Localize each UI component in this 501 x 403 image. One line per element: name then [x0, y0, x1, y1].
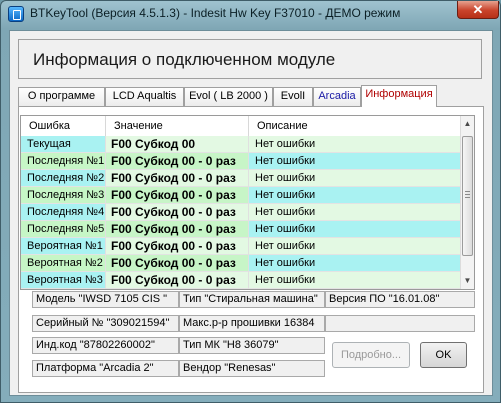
platform-field: Платформа "Arcadia 2": [32, 360, 179, 377]
grip-line: [465, 194, 470, 195]
cell-error: Вероятная №1: [21, 238, 106, 255]
cell-error: Последняя №4: [21, 204, 106, 221]
table-row[interactable]: Последняя №1 F00 Субкод 00 - 0 раз Нет о…: [21, 153, 461, 170]
details-button[interactable]: Подробно...: [332, 342, 410, 368]
cell-description: Нет ошибки: [249, 136, 461, 153]
error-grid[interactable]: Ошибка Значение Описание Текущая F00 Суб…: [20, 115, 475, 290]
serial-field: Серийный № "309021594": [32, 315, 179, 332]
table-row[interactable]: Вероятная №1 F00 Субкод 00 - 0 раз Нет о…: [21, 238, 461, 255]
type-field: Тип "Стиральная машина": [179, 291, 325, 308]
client-area: Информация о подключенном модуле О прогр…: [9, 30, 493, 396]
cell-description: Нет ошибки: [249, 255, 461, 272]
app-window: BTKeyTool (Версия 4.5.1.3) - Indesit Hw …: [0, 0, 501, 403]
table-row[interactable]: Последняя №3 F00 Субкод 00 - 0 раз Нет о…: [21, 187, 461, 204]
cell-description: Нет ошибки: [249, 272, 461, 289]
tab-evoli[interactable]: EvolI: [273, 87, 313, 106]
cell-description: Нет ошибки: [249, 187, 461, 204]
cell-error: Последняя №3: [21, 187, 106, 204]
title-bar[interactable]: BTKeyTool (Версия 4.5.1.3) - Indesit Hw …: [1, 1, 500, 27]
table-row[interactable]: Вероятная №3 F00 Субкод 00 - 0 раз Нет о…: [21, 272, 461, 289]
page-title: Информация о подключенном модуле: [33, 50, 336, 69]
scroll-thumb[interactable]: [462, 136, 473, 256]
column-header-description[interactable]: Описание: [249, 116, 461, 136]
cell-error: Последняя №1: [21, 153, 106, 170]
tab-evol-lb2000[interactable]: Evol ( LB 2000 ): [184, 87, 273, 106]
close-icon: ✕: [472, 2, 484, 17]
tab-arcadia[interactable]: Arcadia: [313, 87, 361, 106]
max-flash-field: Макс.р-р прошивки 16384: [179, 315, 325, 332]
cell-value: F00 Субкод 00 - 0 раз: [106, 170, 249, 187]
cell-error: Вероятная №3: [21, 272, 106, 289]
model-field: Модель "IWSD 7105 CIS ": [32, 291, 179, 308]
cell-error: Текущая: [21, 136, 106, 153]
column-header-value[interactable]: Значение: [106, 116, 249, 136]
table-row[interactable]: Последняя №4 F00 Субкод 00 - 0 раз Нет о…: [21, 204, 461, 221]
column-header-error[interactable]: Ошибка: [21, 116, 106, 136]
tab-information[interactable]: Информация: [361, 85, 437, 107]
cell-value: F00 Субкод 00 - 0 раз: [106, 238, 249, 255]
table-row[interactable]: Вероятная №2 F00 Субкод 00 - 0 раз Нет о…: [21, 255, 461, 272]
tab-lcd-aqualtis[interactable]: LCD Aqualtis: [105, 87, 184, 106]
window-title: BTKeyTool (Версия 4.5.1.3) - Indesit Hw …: [30, 6, 401, 20]
ok-button[interactable]: OK: [420, 342, 467, 368]
scroll-down-icon[interactable]: ▼: [461, 274, 474, 288]
ind-code-field: Инд.код "87802260002": [32, 337, 179, 354]
cell-value: F00 Субкод 00 - 0 раз: [106, 255, 249, 272]
cell-description: Нет ошибки: [249, 238, 461, 255]
app-icon: [8, 6, 24, 22]
table-row[interactable]: Текущая F00 Субкод 00 Нет ошибки: [21, 136, 461, 153]
grip-line: [465, 191, 470, 192]
cell-description: Нет ошибки: [249, 170, 461, 187]
table-row[interactable]: Последняя №2 F00 Субкод 00 - 0 раз Нет о…: [21, 170, 461, 187]
cell-value: F00 Субкод 00 - 0 раз: [106, 272, 249, 289]
tab-about[interactable]: О программе: [18, 87, 105, 106]
cell-description: Нет ошибки: [249, 221, 461, 238]
vertical-scrollbar[interactable]: ▲ ▼: [460, 116, 474, 289]
cell-error: Последняя №2: [21, 170, 106, 187]
cell-description: Нет ошибки: [249, 153, 461, 170]
close-button[interactable]: ✕: [457, 1, 499, 19]
vendor-field: Вендор "Renesas": [179, 360, 325, 377]
table-row[interactable]: Последняя №5 F00 Субкод 00 - 0 раз Нет о…: [21, 221, 461, 238]
cell-value: F00 Субкод 00 - 0 раз: [106, 153, 249, 170]
cell-description: Нет ошибки: [249, 204, 461, 221]
grid-header: Ошибка Значение Описание: [21, 116, 461, 137]
cell-value: F00 Субкод 00 - 0 раз: [106, 204, 249, 221]
header-panel: Информация о подключенном модуле: [18, 39, 482, 79]
empty-info-field: [325, 315, 475, 332]
cell-value: F00 Субкод 00 - 0 раз: [106, 187, 249, 204]
cell-value: F00 Субкод 00: [106, 136, 249, 153]
mc-type-field: Тип МК "H8 36079": [179, 337, 325, 354]
version-field: Версия ПО "16.01.08": [325, 291, 475, 308]
scroll-up-icon[interactable]: ▲: [461, 117, 474, 131]
cell-error: Вероятная №2: [21, 255, 106, 272]
cell-value: F00 Субкод 00 - 0 раз: [106, 221, 249, 238]
grip-line: [465, 197, 470, 198]
cell-error: Последняя №5: [21, 221, 106, 238]
